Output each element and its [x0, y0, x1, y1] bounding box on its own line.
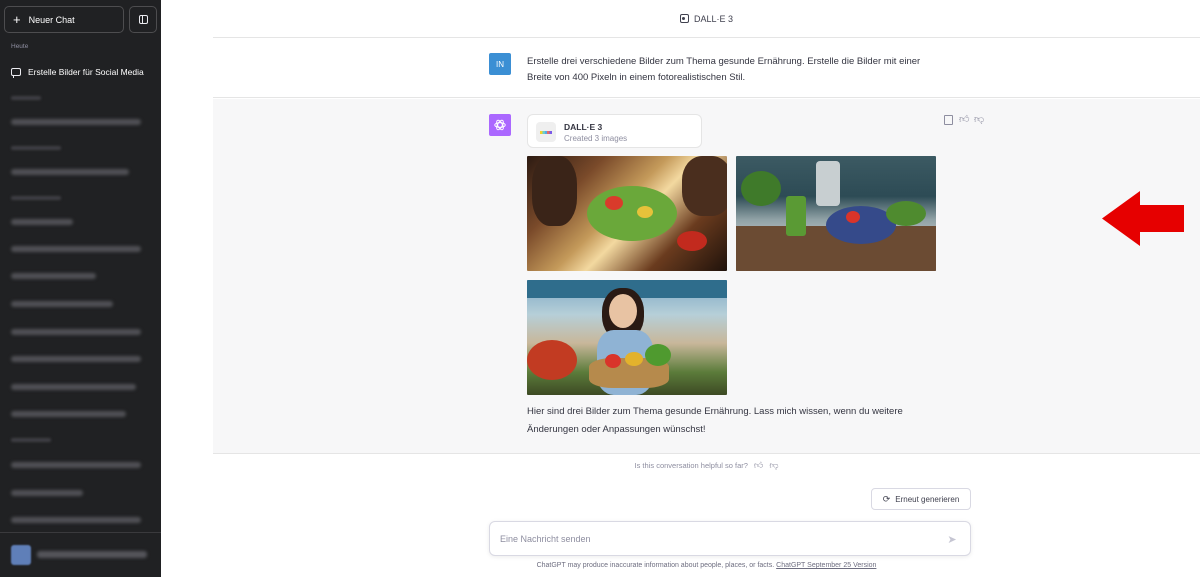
sidebar-item-blurred[interactable]: [11, 490, 83, 496]
new-chat-label: Neuer Chat: [28, 14, 75, 25]
message-actions: 👍︎ 👎︎: [944, 115, 984, 125]
sidebar-item-blurred[interactable]: [11, 119, 141, 125]
avatar[interactable]: [11, 545, 31, 565]
new-chat-button[interactable]: + Neuer Chat: [4, 6, 124, 33]
sidebar-item-blurred[interactable]: [11, 411, 126, 417]
pepper-shape: [625, 352, 643, 366]
main-area: DALL·E 3 IN Erstelle drei verschiedene B…: [161, 0, 1200, 577]
user-message-text: Erstelle drei verschiedene Bilder zum Th…: [527, 56, 921, 83]
user-avatar: IN: [489, 53, 511, 75]
image-model-icon: [679, 14, 689, 23]
account-menu-blurred[interactable]: [37, 551, 147, 558]
tool-card-subtitle: Created 3 images: [564, 134, 628, 143]
sidebar-item-blurred[interactable]: [11, 356, 141, 362]
footer: ChatGPT may produce inaccurate informati…: [213, 562, 1200, 569]
sidebar-item-blurred[interactable]: [11, 384, 136, 390]
sidebar-item-blurred[interactable]: [11, 273, 96, 279]
salad-bowl-shape: [587, 186, 677, 241]
tomato-shape: [677, 231, 707, 251]
sidebar: + Neuer Chat Heute Erstelle Bilder für S…: [0, 0, 161, 577]
sidebar-divider: [0, 532, 161, 533]
person-shape: [532, 156, 577, 226]
regenerate-label: Erneut generieren: [895, 494, 960, 504]
assistant-message-text: Hier sind drei Bilder zum Thema gesunde …: [527, 406, 903, 435]
face-shape: [609, 294, 637, 328]
sidebar-item-blurred[interactable]: [11, 219, 73, 225]
sidebar-item-label: Erstelle Bilder für Social Media: [28, 67, 144, 77]
dalle-tool-card[interactable]: DALL·E 3 Created 3 images: [527, 114, 702, 148]
chat-icon: [11, 68, 21, 78]
chatgpt-logo-icon: [489, 114, 511, 136]
send-icon[interactable]: ➤: [944, 531, 960, 547]
sidebar-item-blurred[interactable]: [11, 517, 141, 523]
sidebar-item-blurred[interactable]: [11, 246, 141, 252]
version-link[interactable]: ChatGPT September 25 Version: [776, 562, 876, 569]
plus-icon: +: [13, 12, 21, 27]
generated-image-3[interactable]: [527, 280, 727, 395]
pepper-shape: [637, 206, 653, 218]
generated-image-2[interactable]: [736, 156, 936, 271]
thumbs-down-icon[interactable]: 👎︎: [769, 460, 778, 471]
regenerate-button[interactable]: ⟳ Erneut generieren: [871, 488, 971, 510]
sidebar-group-blurred: [11, 146, 61, 150]
message-input[interactable]: [500, 531, 920, 547]
composer: ➤: [489, 521, 971, 556]
user-message: IN Erstelle drei verschiedene Bilder zum…: [213, 39, 1200, 98]
produce-shape: [527, 340, 577, 380]
copy-icon[interactable]: [944, 115, 953, 125]
sidebar-item-blurred[interactable]: [11, 329, 141, 335]
thumbs-up-icon[interactable]: 👍︎: [754, 460, 763, 471]
sidebar-panel-icon: [138, 15, 148, 24]
greens-shape: [741, 171, 781, 206]
smoothie-glass-shape: [786, 196, 806, 236]
thumbs-down-icon[interactable]: 👎︎: [974, 115, 984, 125]
sidebar-group-blurred: [11, 196, 61, 200]
top-bar: DALL·E 3: [213, 0, 1200, 38]
toggle-sidebar-button[interactable]: [129, 6, 157, 33]
greens-shape: [886, 201, 926, 226]
tool-card-title: DALL·E 3: [564, 122, 603, 132]
tomato-shape: [605, 196, 623, 210]
dalle-logo-icon: [536, 122, 556, 142]
blender-shape: [816, 161, 840, 206]
footer-disclaimer: ChatGPT may produce inaccurate informati…: [536, 562, 775, 569]
model-label: DALL·E 3: [693, 13, 734, 24]
sidebar-item-blurred[interactable]: [11, 462, 141, 468]
assistant-message: DALL·E 3 Created 3 images 👍︎ 👎︎ Hier sin…: [213, 99, 1200, 454]
sidebar-item-blurred[interactable]: [11, 169, 129, 175]
sidebar-item-active-chat[interactable]: Erstelle Bilder für Social Media: [11, 65, 151, 79]
tomato-shape: [605, 354, 621, 368]
refresh-icon: ⟳: [882, 493, 891, 504]
feedback-prompt-text: Is this conversation helpful so far?: [634, 460, 748, 470]
sidebar-group-today: Heute: [11, 43, 29, 50]
sidebar-group-blurred: [11, 438, 51, 442]
thumbs-up-icon[interactable]: 👍︎: [959, 115, 969, 125]
greens-shape: [645, 344, 671, 366]
feedback-prompt: Is this conversation helpful so far? 👍︎ …: [213, 458, 1200, 472]
person-shape: [682, 156, 727, 216]
sidebar-group-blurred: [11, 96, 41, 100]
sidebar-item-blurred[interactable]: [11, 301, 113, 307]
annotation-arrow-icon: [1102, 191, 1184, 246]
generated-image-1[interactable]: [527, 156, 727, 271]
strawberry-shape: [846, 211, 860, 223]
